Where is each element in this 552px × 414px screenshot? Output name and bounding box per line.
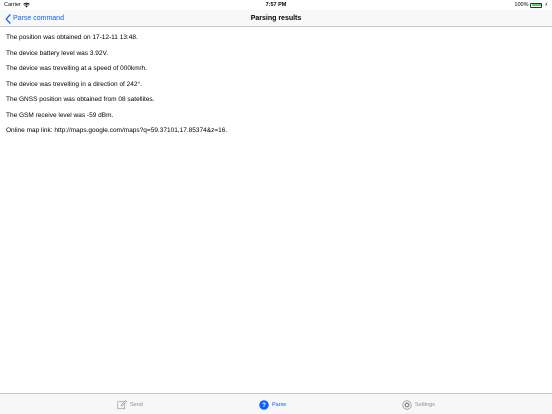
battery-percentage: 100% — [514, 2, 529, 8]
tab-parse-label: Parse — [272, 401, 287, 408]
page-title: Parsing results — [250, 15, 302, 22]
svg-text:?: ? — [262, 402, 266, 409]
tab-bar: Send ? Parse Settings — [0, 393, 552, 414]
status-time: 7:57 PM — [265, 2, 287, 8]
tab-send[interactable]: Send — [117, 394, 143, 414]
result-position-time: The position was obtained on 17-12-11 13… — [6, 34, 138, 41]
status-bar: Carrier 7:57 PM 100% ⚡ — [0, 0, 552, 10]
tab-send-label: Send — [130, 401, 143, 408]
charging-bolt-icon: ⚡ — [544, 2, 548, 8]
status-right: 100% ⚡ — [514, 0, 548, 10]
tab-settings-label: Settings — [415, 401, 435, 408]
result-direction: The device was trevelling in a direction… — [6, 80, 142, 88]
screen: Carrier 7:57 PM 100% ⚡ Parse command Par… — [0, 0, 552, 414]
result-map-link[interactable]: Online map link: http://maps.google.com/… — [6, 126, 546, 142]
navigation-bar: Parse command Parsing results — [0, 10, 552, 27]
result-battery-level: The device battery level was 3.92V. — [6, 49, 109, 57]
tab-parse[interactable]: ? Parse — [259, 394, 286, 414]
results-list: The position was obtained on 17-12-11 13… — [6, 33, 546, 142]
result-speed: The device was trevelling at a speed of … — [6, 65, 147, 72]
compose-icon — [117, 399, 127, 409]
result-gnss-satellites: The GNSS position was obtained from 08 s… — [6, 96, 155, 103]
gear-icon — [402, 399, 412, 410]
battery-icon — [530, 2, 543, 8]
tab-settings[interactable]: Settings — [402, 394, 435, 414]
result-gsm-level: The GSM receive level was -59 dBm. — [6, 111, 114, 119]
battery-fill — [532, 4, 541, 6]
question-mark-icon: ? — [259, 399, 269, 410]
